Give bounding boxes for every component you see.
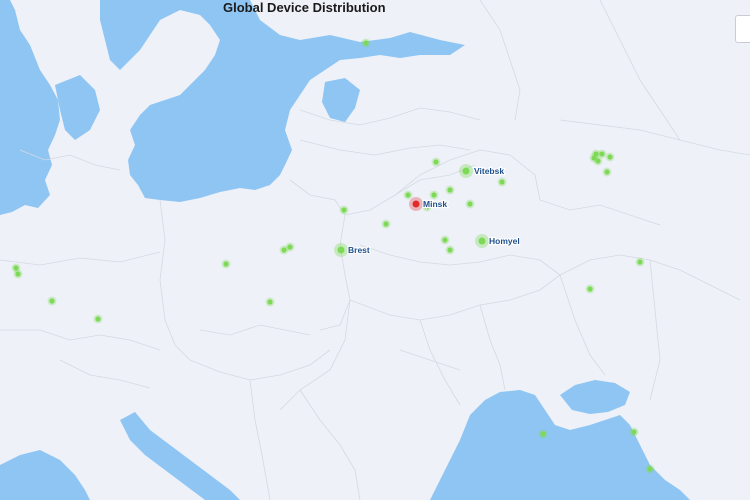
map-title: Global Device Distribution bbox=[223, 0, 386, 15]
device-marker[interactable] bbox=[647, 466, 653, 472]
map-canvas[interactable]: Vitebsk Minsk Brest Homyel bbox=[0, 0, 750, 500]
city-label-homyel: Homyel bbox=[489, 236, 520, 246]
minsk-dot bbox=[412, 200, 420, 208]
device-marker[interactable] bbox=[363, 40, 369, 46]
device-marker[interactable] bbox=[447, 187, 453, 193]
panel-toggle-icon[interactable] bbox=[735, 15, 750, 43]
device-marker[interactable] bbox=[631, 429, 637, 435]
city-label-minsk: Minsk bbox=[423, 199, 447, 209]
city-label-brest: Brest bbox=[348, 245, 370, 255]
device-marker[interactable] bbox=[287, 244, 293, 250]
device-marker[interactable] bbox=[433, 159, 439, 165]
device-marker[interactable] bbox=[607, 154, 613, 160]
device-marker[interactable] bbox=[431, 192, 437, 198]
city-marker-minsk[interactable]: Minsk bbox=[409, 197, 448, 211]
device-marker[interactable] bbox=[15, 271, 21, 277]
device-marker[interactable] bbox=[447, 247, 453, 253]
homyel-dot bbox=[478, 237, 486, 245]
device-marker[interactable] bbox=[467, 201, 473, 207]
device-marker[interactable] bbox=[405, 192, 411, 198]
brest-dot bbox=[337, 246, 345, 254]
device-marker[interactable] bbox=[383, 221, 389, 227]
device-marker[interactable] bbox=[442, 237, 448, 243]
device-marker[interactable] bbox=[341, 207, 347, 213]
device-map[interactable]: Vitebsk Minsk Brest Homyel Global Device… bbox=[0, 0, 750, 500]
city-marker-vitebsk[interactable]: Vitebsk bbox=[459, 164, 505, 178]
device-marker[interactable] bbox=[267, 299, 273, 305]
vitebsk-dot bbox=[462, 167, 470, 175]
device-marker[interactable] bbox=[637, 259, 643, 265]
device-marker[interactable] bbox=[49, 298, 55, 304]
device-marker[interactable] bbox=[604, 169, 610, 175]
city-marker-homyel[interactable]: Homyel bbox=[475, 234, 521, 248]
city-marker-brest[interactable]: Brest bbox=[334, 243, 371, 257]
device-marker[interactable] bbox=[540, 431, 546, 437]
device-marker[interactable] bbox=[95, 316, 101, 322]
device-marker[interactable] bbox=[595, 158, 601, 164]
device-marker[interactable] bbox=[599, 151, 605, 157]
city-label-vitebsk: Vitebsk bbox=[474, 166, 504, 176]
device-marker[interactable] bbox=[223, 261, 229, 267]
device-marker[interactable] bbox=[499, 179, 505, 185]
device-marker[interactable] bbox=[587, 286, 593, 292]
